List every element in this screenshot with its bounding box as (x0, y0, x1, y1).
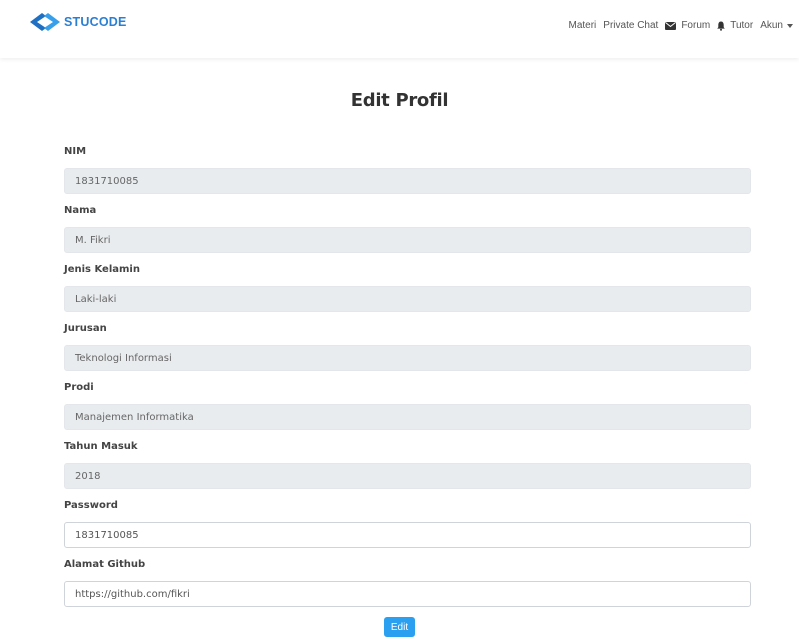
caret-down-icon (787, 23, 793, 28)
nav-menu: Materi Private Chat Forum Tutor Akun (562, 20, 793, 31)
jenis-kelamin-label: Jenis Kelamin (64, 264, 140, 275)
prodi-field: Manajemen Informatika (64, 404, 751, 430)
edit-button[interactable]: Edit (384, 617, 415, 637)
bell-icon (717, 21, 726, 31)
tahun-masuk-label: Tahun Masuk (64, 441, 138, 452)
password-input[interactable]: 1831710085 (64, 522, 751, 548)
prodi-label: Prodi (64, 382, 94, 393)
code-brackets-icon (30, 13, 60, 31)
jurusan-label: Jurusan (64, 323, 107, 334)
nav-item-tutor[interactable]: Tutor (717, 20, 753, 31)
navbar: STUCODE Materi Private Chat Forum Tutor … (0, 0, 799, 58)
nav-item-label: Private Chat (603, 20, 659, 31)
nav-item-label: Tutor (730, 20, 754, 31)
nim-field: 1831710085 (64, 168, 751, 194)
jurusan-field: Teknologi Informasi (64, 345, 751, 371)
nav-item-akun-dropdown[interactable]: Akun (760, 20, 793, 31)
jenis-kelamin-field: Laki-laki (64, 286, 751, 312)
tahun-masuk-field: 2018 (64, 463, 751, 489)
brand[interactable]: STUCODE (28, 10, 127, 34)
nav-item-label: Forum (681, 20, 711, 31)
brand-name: STUCODE (64, 15, 127, 29)
nav-item-label: Materi (568, 20, 597, 31)
alamat-github-label: Alamat Github (64, 559, 146, 570)
nav-item-label: Akun (760, 20, 783, 31)
nim-label: NIM (64, 146, 87, 157)
nav-item-private-chat[interactable]: Private Chat (603, 20, 658, 31)
password-label: Password (64, 500, 118, 511)
envelope-icon (665, 21, 677, 30)
nama-field: M. Fikri (64, 227, 751, 253)
page-title: Edit Profil (350, 90, 449, 111)
nav-item-forum[interactable]: Forum (665, 20, 710, 31)
nav-item-materi[interactable]: Materi (569, 20, 597, 31)
nama-label: Nama (64, 205, 97, 216)
github-url-input[interactable]: https://github.com/fikri (64, 581, 751, 607)
profile-form: NIM 1831710085 Nama M. Fikri Jenis Kelam… (64, 145, 751, 617)
